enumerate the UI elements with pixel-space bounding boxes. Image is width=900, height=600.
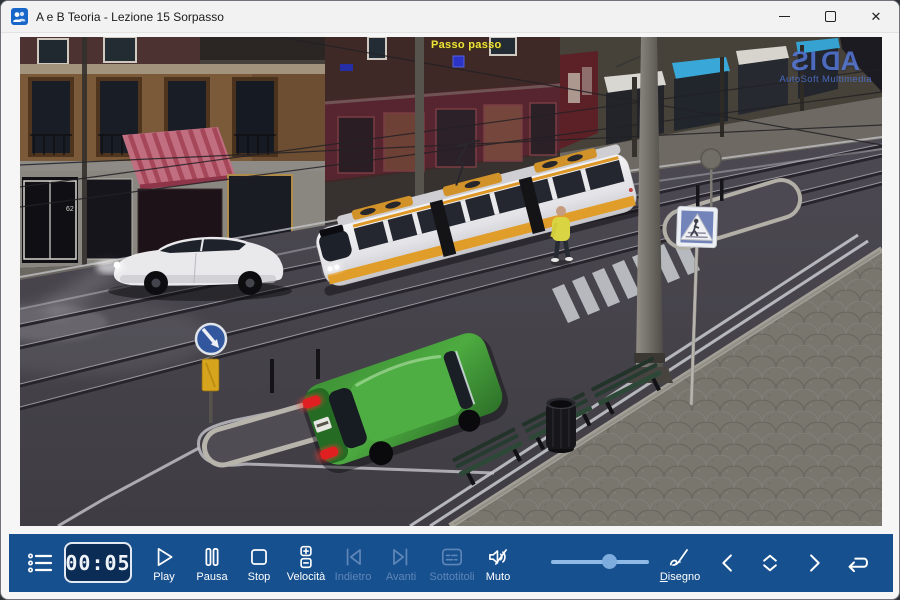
- forward-button[interactable]: Avanti: [378, 534, 424, 592]
- back-button[interactable]: Indietro: [330, 534, 376, 592]
- window-title: A e B Teoria - Lezione 15 Sorpasso: [36, 10, 224, 24]
- app-icon: [11, 8, 28, 25]
- marker-square: [453, 56, 464, 67]
- subtitles-icon: [439, 544, 465, 570]
- marker-square-small: [340, 64, 353, 71]
- play-icon: [151, 544, 177, 570]
- maximize-icon: [825, 11, 836, 22]
- speed-icon: [293, 544, 319, 570]
- sida-logo-letters: SIDA: [779, 49, 872, 73]
- video-viewport[interactable]: 62: [20, 37, 882, 526]
- scene-illustration: 62: [20, 37, 882, 526]
- volume-slider-track[interactable]: [551, 560, 649, 564]
- chevron-left-icon: [714, 549, 742, 577]
- speed-button[interactable]: Velocità: [283, 534, 329, 592]
- subtitles-button[interactable]: Sottotitoli: [426, 534, 478, 592]
- pause-icon: [199, 544, 225, 570]
- return-arrow-icon: [844, 548, 874, 578]
- sign-back: [701, 149, 721, 169]
- skip-back-icon: [340, 544, 366, 570]
- list-icon: [27, 550, 53, 576]
- mute-icon: [485, 544, 511, 570]
- stop-icon: [246, 544, 272, 570]
- chapters-button[interactable]: [19, 534, 61, 592]
- volume-slider-thumb[interactable]: [602, 554, 617, 569]
- chevron-updown-icon: [756, 549, 784, 577]
- chevron-right-icon: [800, 549, 828, 577]
- volume-slider[interactable]: [551, 534, 649, 592]
- stop-button[interactable]: Stop: [236, 534, 282, 592]
- playback-toolbar: 00:05 Play Pausa Stop: [9, 534, 893, 592]
- scene-trash-bin: [546, 398, 576, 454]
- draw-button[interactable]: Disegno: [657, 534, 703, 592]
- minimize-icon: [779, 16, 790, 17]
- nav-updown-button[interactable]: [750, 534, 790, 592]
- nav-previous-button[interactable]: [708, 534, 748, 592]
- sida-logo: SIDA AutoSoft Multimedia: [779, 49, 872, 85]
- step-mode-label: Passo passo: [431, 39, 502, 51]
- maximize-button[interactable]: [807, 1, 853, 32]
- scene-wire-pole: [415, 37, 424, 207]
- close-button[interactable]: ✕: [853, 1, 899, 32]
- skip-forward-icon: [388, 544, 414, 570]
- timer-display: 00:05: [64, 542, 132, 583]
- pause-button[interactable]: Pausa: [189, 534, 235, 592]
- app-window: A e B Teoria - Lezione 15 Sorpasso ✕: [0, 0, 900, 600]
- play-button[interactable]: Play: [141, 534, 187, 592]
- mute-button[interactable]: Muto: [475, 534, 521, 592]
- minimize-button[interactable]: [761, 1, 807, 32]
- nav-next-button[interactable]: [794, 534, 834, 592]
- shop-number: 62: [66, 206, 74, 213]
- title-bar: A e B Teoria - Lezione 15 Sorpasso ✕: [1, 1, 899, 33]
- return-button[interactable]: [837, 534, 881, 592]
- window-controls: ✕: [761, 1, 899, 32]
- draw-icon: [667, 544, 693, 570]
